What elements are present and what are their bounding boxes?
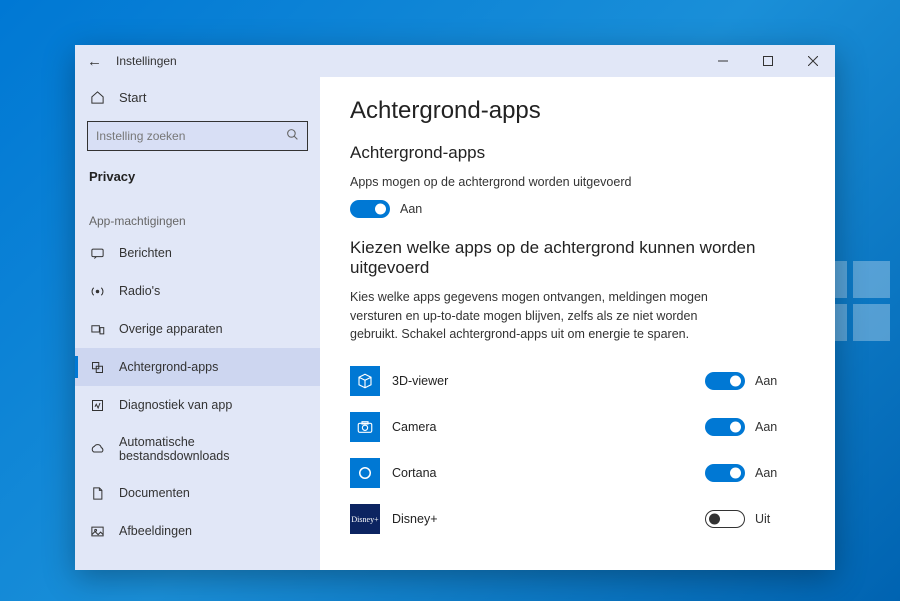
app-name: Camera: [392, 420, 693, 434]
sidebar: Start Privacy App-machtigingen Berichten: [75, 77, 320, 570]
app-name: Cortana: [392, 466, 693, 480]
sidebar-item-label: Radio's: [119, 284, 160, 298]
app-toggle-3d-viewer[interactable]: [705, 372, 745, 390]
sidebar-item-berichten[interactable]: Berichten: [75, 234, 320, 272]
app-row-cortana: Cortana Aan: [350, 450, 805, 496]
section-heading-1: Achtergrond-apps: [350, 143, 805, 163]
sidebar-item-label: Berichten: [119, 246, 172, 260]
master-toggle[interactable]: [350, 200, 390, 218]
titlebar: ← Instellingen: [75, 45, 835, 77]
search-input[interactable]: [96, 129, 286, 143]
app-list: 3D-viewer Aan Camera Aan: [350, 358, 805, 542]
message-icon: [89, 245, 105, 261]
window-title: Instellingen: [116, 54, 177, 68]
sidebar-item-downloads[interactable]: Automatische bestandsdownloads: [75, 424, 320, 474]
app-toggle-cortana[interactable]: [705, 464, 745, 482]
maximize-button[interactable]: [745, 45, 790, 77]
sidebar-item-label: Documenten: [119, 486, 190, 500]
section-heading-2: Kiezen welke apps op de achtergrond kunn…: [350, 238, 805, 278]
sidebar-category: Privacy: [75, 159, 320, 194]
app-toggle-label: Uit: [755, 512, 770, 526]
3d-viewer-icon: [350, 366, 380, 396]
cortana-icon: [350, 458, 380, 488]
disney-icon: Disney+: [350, 504, 380, 534]
master-toggle-desc: Apps mogen op de achtergrond worden uitg…: [350, 173, 710, 192]
master-toggle-label: Aan: [400, 202, 422, 216]
app-row-disney: Disney+ Disney+ Uit: [350, 496, 805, 542]
sidebar-item-label: Afbeeldingen: [119, 524, 192, 538]
section2-desc: Kies welke apps gegevens mogen ontvangen…: [350, 288, 710, 344]
document-icon: [89, 485, 105, 501]
app-row-camera: Camera Aan: [350, 404, 805, 450]
sidebar-item-diagnostiek[interactable]: Diagnostiek van app: [75, 386, 320, 424]
devices-icon: [89, 321, 105, 337]
app-toggle-camera[interactable]: [705, 418, 745, 436]
sidebar-item-label: Achtergrond-apps: [119, 360, 218, 374]
sidebar-item-label: Diagnostiek van app: [119, 398, 232, 412]
close-button[interactable]: [790, 45, 835, 77]
app-toggle-label: Aan: [755, 374, 777, 388]
sidebar-subheading: App-machtigingen: [75, 194, 320, 234]
search-box[interactable]: [87, 121, 308, 151]
app-toggle-label: Aan: [755, 466, 777, 480]
home-button[interactable]: Start: [75, 77, 320, 113]
home-label: Start: [119, 90, 146, 105]
home-icon: [89, 89, 105, 105]
app-name: Disney+: [392, 512, 693, 526]
app-name: 3D-viewer: [392, 374, 693, 388]
settings-window: ← Instellingen Start: [75, 45, 835, 570]
app-row-3d-viewer: 3D-viewer Aan: [350, 358, 805, 404]
sidebar-item-overige-apparaten[interactable]: Overige apparaten: [75, 310, 320, 348]
sidebar-item-label: Overige apparaten: [119, 322, 223, 336]
minimize-button[interactable]: [700, 45, 745, 77]
camera-icon: [350, 412, 380, 442]
search-icon: [286, 128, 299, 144]
sidebar-item-label: Automatische bestandsdownloads: [119, 435, 306, 463]
images-icon: [89, 523, 105, 539]
background-apps-icon: [89, 359, 105, 375]
sidebar-item-radios[interactable]: Radio's: [75, 272, 320, 310]
main-content: Achtergrond-apps Achtergrond-apps Apps m…: [320, 77, 835, 570]
sidebar-item-documenten[interactable]: Documenten: [75, 474, 320, 512]
page-title: Achtergrond-apps: [350, 97, 805, 125]
radio-icon: [89, 283, 105, 299]
app-toggle-disney[interactable]: [705, 510, 745, 528]
app-toggle-label: Aan: [755, 420, 777, 434]
diagnostics-icon: [89, 397, 105, 413]
sidebar-item-afbeeldingen[interactable]: Afbeeldingen: [75, 512, 320, 550]
back-button[interactable]: ←: [87, 53, 102, 70]
cloud-download-icon: [89, 441, 105, 457]
sidebar-item-achtergrond-apps[interactable]: Achtergrond-apps: [75, 348, 320, 386]
